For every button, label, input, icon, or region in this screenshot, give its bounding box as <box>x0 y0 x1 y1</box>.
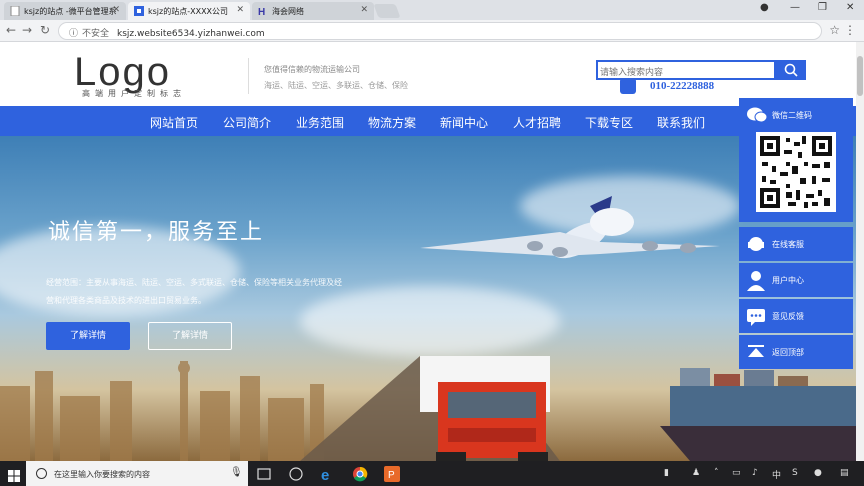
browser-tab-1[interactable]: ksjz的站点 -微平台管理系 ✕ <box>4 2 126 20</box>
back-icon[interactable]: ← <box>6 23 16 37</box>
battery-icon[interactable]: ▮ <box>664 468 669 478</box>
side-item-customer-service[interactable]: 在线客服 <box>739 227 853 261</box>
svg-text:e: e <box>321 467 329 482</box>
airplane-image <box>420 196 720 259</box>
bookmark-star-icon[interactable]: ☆ <box>829 23 840 37</box>
side-item-label: 意见反馈 <box>772 312 804 321</box>
back-to-top-icon <box>745 339 767 365</box>
new-tab-button[interactable] <box>373 4 401 18</box>
search-placeholder: 请输入搜索内容 <box>600 68 664 78</box>
learn-more-button[interactable]: 了解详情 <box>46 322 130 350</box>
h-logo-icon: H <box>258 6 268 18</box>
network-icon[interactable]: ▭ <box>732 468 741 478</box>
side-item-label: 用户中心 <box>772 276 804 285</box>
search-icon <box>784 63 798 77</box>
hero-title: 诚信第一，服务至上 <box>48 220 265 245</box>
phone-number: 010-22228888 <box>650 80 715 92</box>
url-text: ksjz.website6534.yizhanwei.com <box>117 29 265 39</box>
search-input[interactable]: 请输入搜索内容 <box>596 60 776 80</box>
address-bar: ← → ↻ ⓘ 不安全 ksjz.website6534.yizhanwei.com… <box>0 20 864 42</box>
phone-icon <box>620 78 636 94</box>
security-label: 不安全 <box>82 29 110 39</box>
maximize-icon[interactable]: ❐ <box>818 2 827 13</box>
side-item-user-center[interactable]: 用户中心 <box>739 263 853 297</box>
wechat-tray-icon[interactable]: ● <box>814 468 822 478</box>
side-item-label: 返回顶部 <box>772 348 804 357</box>
task-view-icon[interactable] <box>256 466 272 482</box>
side-item-back-to-top[interactable]: 返回顶部 <box>739 335 853 369</box>
edge-icon[interactable]: e <box>320 466 336 484</box>
app-pinned-icon[interactable] <box>288 466 304 482</box>
people-icon[interactable]: ♟ <box>692 468 700 478</box>
wechat-icon <box>746 106 768 128</box>
search-button[interactable] <box>776 60 806 80</box>
chrome-icon[interactable] <box>352 466 368 482</box>
main-nav: 网站首页 公司简介 业务范围 物流方案 新闻中心 人才招聘 下载专区 联系我们 <box>0 106 864 136</box>
input-method-icon[interactable]: 中 <box>772 468 781 481</box>
nav-item-about[interactable]: 公司简介 <box>223 114 271 131</box>
browser-tab-2[interactable]: ksjz的站点-XXXX公司 ✕ <box>128 2 250 20</box>
side-item-feedback[interactable]: 意见反馈 <box>739 299 853 333</box>
qr-label: 微信二维码 <box>772 111 812 120</box>
browser-menu-icon[interactable]: ⋮ <box>844 23 856 37</box>
tray-app-icon[interactable]: S <box>792 468 798 478</box>
qr-code-image <box>756 132 836 212</box>
info-icon[interactable]: ⓘ <box>69 29 78 39</box>
taskbar-search-placeholder: 在这里输入你要搜索的内容 <box>54 470 150 479</box>
svg-text:P: P <box>388 470 395 481</box>
browser-tab-3[interactable]: H 海会网络 ✕ <box>252 2 374 20</box>
minimize-icon[interactable]: — <box>790 2 800 13</box>
truck-image <box>420 356 550 461</box>
browser-tab-strip: ksjz的站点 -微平台管理系 ✕ ksjz的站点-XXXX公司 ✕ H 海会网… <box>0 0 864 20</box>
feedback-icon <box>745 303 767 329</box>
tab-title: ksjz的站点 -微平台管理系 <box>24 7 117 16</box>
nav-item-news[interactable]: 新闻中心 <box>440 114 488 131</box>
tab-title: 海会网络 <box>272 7 304 16</box>
logo-subtitle: 高端用户定制标志 <box>82 89 186 98</box>
cargo-ship-image <box>660 368 864 461</box>
forward-icon[interactable]: → <box>22 23 32 37</box>
svg-text:H: H <box>258 7 265 16</box>
nav-item-business[interactable]: 业务范围 <box>296 114 344 131</box>
tab-title: ksjz的站点-XXXX公司 <box>148 7 229 16</box>
close-icon[interactable]: ✕ <box>112 5 120 15</box>
services-list: 海运、陆运、空运、多联运、仓储、保险 <box>264 81 408 90</box>
volume-icon[interactable]: ♪ <box>752 468 758 478</box>
close-icon[interactable]: ✕ <box>236 5 244 15</box>
reload-icon[interactable]: ↻ <box>40 23 50 37</box>
customer-service-icon <box>745 231 767 257</box>
cortana-icon <box>36 468 47 479</box>
nav-item-jobs[interactable]: 人才招聘 <box>513 114 561 131</box>
window-close-icon[interactable]: ✕ <box>846 2 854 13</box>
windows-start-icon[interactable] <box>8 467 20 486</box>
header-divider <box>248 58 249 94</box>
learn-more-outline-button[interactable]: 了解详情 <box>148 322 232 350</box>
presentation-app-icon[interactable]: P <box>384 466 400 482</box>
user-icon <box>745 267 767 293</box>
taskbar-search-box[interactable]: 在这里输入你要搜索的内容 🎙 <box>26 461 248 486</box>
nav-item-home[interactable]: 网站首页 <box>150 114 198 131</box>
notification-icon[interactable]: ▤ <box>840 468 849 478</box>
nav-item-downloads[interactable]: 下载专区 <box>585 114 633 131</box>
close-icon[interactable]: ✕ <box>360 5 368 15</box>
nav-item-solutions[interactable]: 物流方案 <box>368 114 416 131</box>
logo[interactable]: Logo <box>74 52 171 92</box>
tray-chevron-icon[interactable]: ˄ <box>714 468 719 478</box>
profile-icon[interactable]: ● <box>760 2 769 13</box>
city-skyline-image <box>0 361 324 461</box>
page-icon <box>10 5 20 17</box>
scrollbar-thumb[interactable] <box>857 56 863 96</box>
page-scrollbar[interactable] <box>856 42 864 461</box>
url-field[interactable]: ⓘ 不安全 ksjz.website6534.yizhanwei.com <box>58 22 822 40</box>
side-item-label: 在线客服 <box>772 240 804 249</box>
windows-taskbar: 在这里输入你要搜索的内容 🎙 e P ▮ ♟ ˄ ▭ ♪ 中 S ● ▤ <box>0 461 864 486</box>
hero-description: 经营范围：主要从事海运、陆运、空运、多式联运、仓储、保险等相关业务代理及经营和代… <box>46 278 342 305</box>
nav-item-contact[interactable]: 联系我们 <box>657 114 705 131</box>
microphone-icon[interactable]: 🎙 <box>230 467 243 478</box>
site-icon <box>134 6 144 16</box>
tagline: 您值得信赖的物流运输公司 <box>264 65 360 74</box>
